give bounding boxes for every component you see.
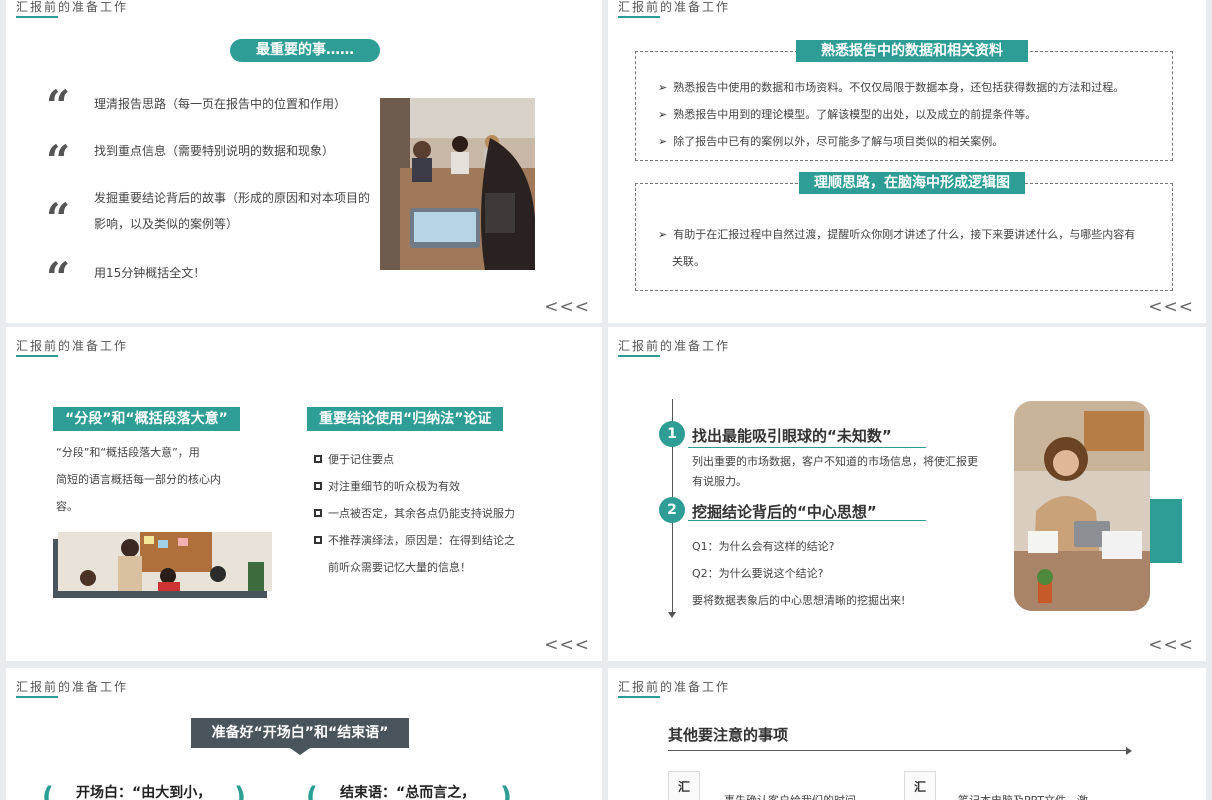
- checkbox-square-icon: [314, 536, 322, 544]
- arrow-icon: ➢: [658, 135, 668, 148]
- slide-familiarize: 汇报前的准备工作 熟悉报告中的数据和相关资料 ➢ 熟悉报告中使用的数据和市场资料。…: [608, 0, 1206, 323]
- bullet-item: ➢ 除了报告中已有的案例以外，尽可能多了解与项目类似的相关案例。: [658, 135, 1004, 148]
- meeting-photo: [380, 98, 535, 270]
- slide-unknowns: 汇报前的准备工作 1 找出最能吸引眼球的“未知数” 列出重要的市场数据，客户不知…: [608, 327, 1206, 661]
- quote-icon: “: [46, 141, 71, 175]
- item-text: 找到重点信息（需要特别说明的数据和现象）: [94, 144, 335, 158]
- left-text: “分段”和“概括段落大意”，用: [56, 446, 200, 459]
- step-text: 有说服力。: [692, 475, 747, 488]
- arrow-icon: ➢: [658, 81, 668, 94]
- box-title: 熟悉报告中的数据和相关资料: [796, 40, 1028, 62]
- note-text: 笔记本电脑及PPT文件，激: [958, 792, 1088, 800]
- rule-arrow-icon: [1126, 747, 1132, 755]
- quote-icon: “: [46, 86, 71, 120]
- slide-other-notes: 汇报前的准备工作 其他要注意的事项 汇 事先确认客户给我们的时间 汇 笔记本电脑…: [608, 668, 1206, 800]
- title-rule: [668, 750, 1130, 751]
- step-title: 挖掘结论背后的“中心思想”: [692, 503, 877, 521]
- title-underline: [618, 16, 660, 18]
- office-photo: [58, 532, 272, 591]
- bullet-item-cont: 关联。: [672, 255, 705, 268]
- bullet-item: ➢ 熟悉报告中使用的数据和市场资料。不仅仅局限于数据本身，还包括获得数据的方法和过…: [658, 81, 1125, 94]
- quote-icon: “: [46, 258, 71, 292]
- arrow-icon: ➢: [658, 108, 668, 121]
- step-underline: [688, 447, 926, 448]
- checkbox-square-icon: [314, 482, 322, 490]
- list-item-cont: 前听众需要记忆大量的信息！: [328, 561, 471, 574]
- section-title: 汇报前的准备工作: [618, 680, 731, 694]
- section-title: 汇报前的准备工作: [16, 680, 129, 694]
- step-text: 要将数据表象后的中心思想清晰的挖掘出来!: [692, 594, 906, 607]
- notes-title: 其他要注意的事项: [668, 726, 789, 744]
- section-title: 汇报前的准备工作: [618, 0, 731, 14]
- nav-arrows[interactable]: <<<: [1148, 635, 1194, 655]
- list-item: 不推荐演绎法，原因是：在得到结论之: [314, 527, 515, 554]
- slide-segment-induction: 汇报前的准备工作 “分段”和“概括段落大意” “分段”和“概括段落大意”，用 简…: [6, 327, 602, 661]
- section-title: 汇报前的准备工作: [16, 0, 129, 14]
- slide-opening-closing: 汇报前的准备工作 准备好“开场白”和“结束语” ( 开场白：“由大到小， ) (…: [6, 668, 602, 800]
- quote-icon: “: [46, 199, 71, 233]
- note-text: 事先确认客户给我们的时间: [724, 792, 856, 800]
- bullet-item: ➢ 有助于在汇报过程中自然过渡，提醒听众你刚才讲述了什么，接下来要讲述什么，与哪些…: [658, 228, 1136, 241]
- pill-heading: 最重要的事……: [230, 39, 380, 62]
- note-box: 汇: [668, 771, 700, 800]
- woman-photo: [1014, 401, 1150, 611]
- arrow-icon: ➢: [658, 228, 668, 241]
- opening-heading: 开场白：“由大到小，: [76, 785, 212, 800]
- right-paren-icon: ): [234, 782, 246, 800]
- right-paren-icon: ): [500, 782, 512, 800]
- banner-title: 准备好“开场白”和“结束语”: [191, 718, 409, 748]
- left-text: 容。: [56, 500, 78, 513]
- title-underline: [16, 355, 58, 357]
- checkbox-square-icon: [314, 455, 322, 463]
- step-number: 2: [659, 497, 685, 523]
- nav-arrows[interactable]: <<<: [544, 635, 590, 655]
- left-paren-icon: (: [306, 782, 318, 800]
- timeline-arrow-icon: [668, 612, 676, 618]
- step-number: 1: [659, 421, 685, 447]
- note-box: 汇: [904, 771, 936, 800]
- nav-arrows[interactable]: <<<: [1148, 297, 1194, 317]
- step-title: 找出最能吸引眼球的“未知数”: [692, 427, 892, 445]
- list-item: 对注重细节的听众极为有效: [314, 473, 460, 500]
- right-tag: 重要结论使用“归纳法”论证: [307, 407, 504, 431]
- slide-most-important: 汇报前的准备工作 最重要的事…… “ 理清报告思路（每一页在报告中的位置和作用）…: [6, 0, 602, 323]
- section-title: 汇报前的准备工作: [16, 339, 129, 353]
- bullet-item: ➢ 熟悉报告中用到的理论模型。了解该模型的出处，以及成立的前提条件等。: [658, 108, 1037, 121]
- item-text: 发掘重要结论背后的故事（形成的原因和对本项目的影响，以及类似的案例等）: [94, 191, 371, 231]
- banner-arrow-icon: [290, 748, 310, 755]
- item-text: 用15分钟概括全文！: [94, 266, 206, 280]
- title-underline: [618, 696, 660, 698]
- list-item: 便于记住要点: [314, 446, 394, 473]
- left-text: 简短的语言概括每一部分的核心内: [56, 473, 221, 486]
- left-tag: “分段”和“概括段落大意”: [53, 407, 240, 431]
- title-underline: [16, 16, 58, 18]
- left-paren-icon: (: [42, 782, 54, 800]
- step-text: Q2：为什么要说这个结论?: [692, 567, 824, 580]
- title-underline: [16, 696, 58, 698]
- title-underline: [618, 355, 660, 357]
- checkbox-square-icon: [314, 509, 322, 517]
- step-text: Q1：为什么会有这样的结论?: [692, 540, 835, 553]
- item-text: 理清报告思路（每一页在报告中的位置和作用）: [94, 97, 347, 111]
- closing-heading: 结束语：“总而言之，: [340, 785, 476, 800]
- nav-arrows[interactable]: <<<: [544, 297, 590, 317]
- list-item: 一点被否定，其余各点仍能支持说服力: [314, 500, 515, 527]
- section-title: 汇报前的准备工作: [618, 339, 731, 353]
- step-underline: [688, 520, 926, 521]
- box-title: 理顺思路，在脑海中形成逻辑图: [799, 172, 1025, 194]
